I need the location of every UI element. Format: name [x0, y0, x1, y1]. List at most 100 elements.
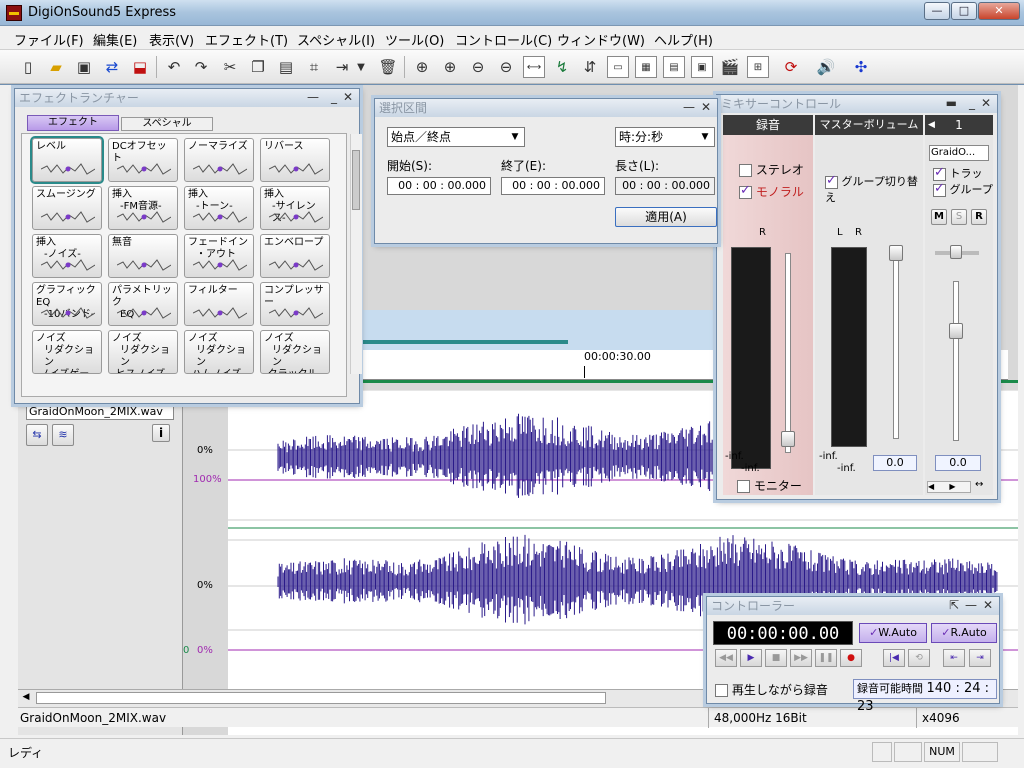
mixer-track-name[interactable]: GraidO... — [929, 145, 989, 161]
effect-item[interactable]: 挿入 -トーン- — [184, 186, 254, 230]
effect-item[interactable]: ノイズリダクション-ヒスノイズ- — [108, 330, 178, 374]
effect-item[interactable]: DCオフセット — [108, 138, 178, 182]
resize-icon[interactable]: ↔ — [975, 479, 983, 490]
clapper-icon[interactable]: 🎬 — [719, 56, 741, 78]
effect-item[interactable]: ノイズリダクション-クラックルノイズ- — [260, 330, 330, 374]
loop-icon[interactable]: ⟲ — [908, 649, 930, 667]
menu-control[interactable]: コントロール(C) — [455, 30, 552, 49]
stop-icon[interactable]: ■ — [765, 649, 787, 667]
menu-effect[interactable]: エフェクト(T) — [205, 30, 288, 49]
selection-minimize-icon[interactable]: — — [683, 100, 695, 114]
delete-icon[interactable]: 🗑 — [377, 56, 399, 78]
volume-icon[interactable]: 🔊 — [815, 56, 837, 78]
solo-button[interactable]: S — [951, 209, 967, 225]
launcher-close-icon[interactable]: ✕ — [343, 90, 353, 104]
select-end-icon[interactable]: ⇥ — [969, 649, 991, 667]
selection-mode-select[interactable]: 始点／終点 ▼ — [387, 127, 525, 147]
mix-icon[interactable]: ⇵ — [579, 56, 601, 78]
controller-close-icon[interactable]: ✕ — [983, 598, 993, 612]
selection-close-icon[interactable]: ✕ — [701, 100, 711, 114]
view2-icon[interactable]: ▤ — [663, 56, 685, 78]
r-auto-toggle[interactable]: ✓R.Auto — [931, 623, 997, 643]
dropdown-icon[interactable]: ▼ — [355, 56, 367, 78]
zoom-horizontal-icon[interactable]: ⊕ — [439, 56, 461, 78]
track-icon[interactable]: ▭ — [607, 56, 629, 78]
effect-item[interactable]: 挿入 -ノイズ- — [32, 234, 102, 278]
crop-icon[interactable]: ⌗ — [303, 56, 325, 78]
effect-item[interactable]: フェードイン ・アウト — [184, 234, 254, 278]
minimize-icon[interactable]: — — [924, 2, 950, 20]
tab-special[interactable]: スペシャル — [121, 117, 213, 131]
copy-icon[interactable]: ❐ — [247, 56, 269, 78]
redo-icon[interactable]: ↷ — [190, 56, 212, 78]
mute-button[interactable]: M — [931, 209, 947, 225]
menu-edit[interactable]: 編集(E) — [93, 30, 137, 49]
scroll-thumb[interactable] — [36, 692, 606, 704]
network-icon[interactable]: ✣ — [850, 56, 872, 78]
tab-effect[interactable]: エフェクト — [27, 115, 119, 131]
effect-item[interactable]: グラフィックEQ-10バンド- — [32, 282, 102, 326]
fast-forward-icon[interactable]: ▶▶ — [790, 649, 812, 667]
rec-while-play-option[interactable]: 再生しながら録音 — [715, 681, 828, 698]
effect-item[interactable]: リバース — [260, 138, 330, 182]
end-field[interactable]: 00 : 00 : 00.000 — [501, 177, 605, 195]
effect-item[interactable]: 挿入 -サイレンス- — [260, 186, 330, 230]
pan-thumb[interactable] — [950, 245, 962, 259]
close-icon[interactable]: ✕ — [978, 2, 1020, 20]
effect-item[interactable]: 挿入 -FM音源- — [108, 186, 178, 230]
w-auto-toggle[interactable]: ✓W.Auto — [859, 623, 927, 643]
track-slider-track[interactable] — [953, 281, 959, 441]
export-icon[interactable]: ⇄ — [101, 56, 123, 78]
track-wave-icon[interactable]: ≋ — [52, 424, 74, 446]
menu-help[interactable]: ヘルプ(H) — [654, 30, 713, 49]
effect-item[interactable]: スムージング — [32, 186, 102, 230]
menu-window[interactable]: ウィンドウ(W) — [557, 30, 645, 49]
pause-icon[interactable]: ❚❚ — [815, 649, 837, 667]
effect-item[interactable]: ノイズリダクション-ノイズゲート- — [32, 330, 102, 374]
menu-special[interactable]: スペシャル(I) — [297, 30, 375, 49]
master-slider-thumb[interactable] — [889, 245, 903, 261]
select-icon[interactable]: ↯ — [551, 56, 573, 78]
zoom-in-icon[interactable]: ⊕ — [411, 56, 433, 78]
select-start-icon[interactable]: ⇤ — [943, 649, 965, 667]
info-icon[interactable]: i — [152, 424, 170, 442]
zoom-fit-icon[interactable]: ⊖ — [495, 56, 517, 78]
menu-file[interactable]: ファイル(F) — [14, 30, 84, 49]
effect-item[interactable]: パラメトリック EQ — [108, 282, 178, 326]
record-arm-button[interactable]: R — [971, 209, 987, 225]
apply-button[interactable]: 適用(A) — [615, 207, 717, 227]
mixer-min-icon[interactable]: ▬ — [946, 96, 957, 110]
master-value[interactable]: 0.0 — [873, 455, 917, 471]
effect-item[interactable]: フィルター — [184, 282, 254, 326]
play-icon[interactable]: ▶ — [740, 649, 762, 667]
view1-icon[interactable]: ▦ — [635, 56, 657, 78]
track-value[interactable]: 0.0 — [935, 455, 981, 471]
selection-unit-select[interactable]: 時:分:秒 ▼ — [615, 127, 715, 147]
effect-scrollbar[interactable] — [350, 134, 362, 374]
effect-item[interactable]: エンベロープ — [260, 234, 330, 278]
effect-item[interactable]: 無音 — [108, 234, 178, 278]
zoom-out-icon[interactable]: ⊖ — [467, 56, 489, 78]
master-slider-track[interactable] — [893, 249, 899, 439]
split-icon[interactable]: ⊞ — [747, 56, 769, 78]
new-icon[interactable]: ▯ — [17, 56, 39, 78]
track-slider-thumb[interactable] — [949, 323, 963, 339]
effect-item[interactable]: ノーマライズ — [184, 138, 254, 182]
track-prev-icon[interactable]: ◀ — [928, 115, 935, 135]
controller-dock-icon[interactable]: ⇱ — [949, 598, 959, 612]
stereo-option[interactable]: ステレオ — [739, 161, 804, 178]
undo-icon[interactable]: ↶ — [163, 56, 185, 78]
controller-minimize-icon[interactable]: — — [965, 598, 977, 612]
menu-tool[interactable]: ツール(O) — [385, 30, 444, 49]
view3-icon[interactable]: ▣ — [691, 56, 713, 78]
effect-item[interactable]: ノイズリダクション-ハムノイズ- — [184, 330, 254, 374]
mixer-minimize-icon[interactable]: _ — [969, 96, 975, 110]
monitor-option[interactable]: モニター — [737, 477, 802, 494]
save-icon[interactable]: ▣ — [73, 56, 95, 78]
sync-icon[interactable]: ⟳ — [780, 56, 802, 78]
effect-item[interactable]: レベル — [30, 136, 104, 184]
fit-window-icon[interactable]: ⟷ — [523, 56, 545, 78]
launcher-minimize-icon[interactable]: _ — [331, 90, 337, 104]
rec-slider-thumb[interactable] — [781, 431, 795, 447]
rewind-icon[interactable]: ◀◀ — [715, 649, 737, 667]
